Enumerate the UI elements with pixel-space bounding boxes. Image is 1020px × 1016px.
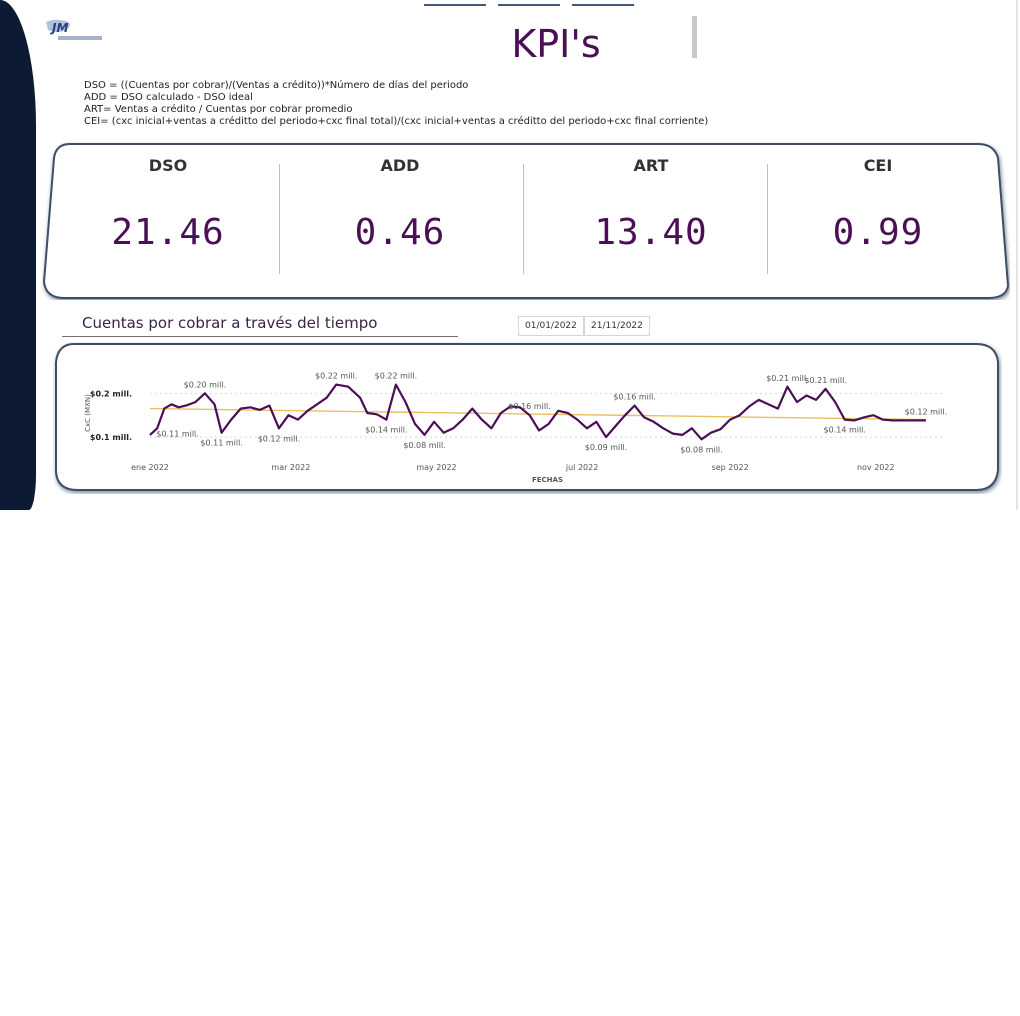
data-label: $0.16 mill. <box>613 393 655 402</box>
date-filter-start[interactable]: 01/01/2022 <box>518 316 584 336</box>
kpi-divider <box>523 164 524 274</box>
data-label: $0.09 mill. <box>585 443 627 452</box>
kpi-art: ART 13.40 <box>551 142 751 300</box>
data-label: $0.22 mill. <box>315 372 357 381</box>
kpi-formulas: DSO = ((Cuentas por cobrar)/(Ventas a cr… <box>84 80 708 128</box>
kpi-divider <box>767 164 768 274</box>
kpi-add-value: 0.46 <box>354 212 446 253</box>
right-divider <box>1016 0 1018 510</box>
data-label: $0.11 mill. <box>200 439 242 448</box>
kpi-dso-value: 21.46 <box>111 212 225 253</box>
receivables-line-chart: $0.11 mill. $0.20 mill. $0.11 mill. $0.12 m… <box>55 343 999 491</box>
data-label: $0.14 mill. <box>365 426 407 435</box>
chart-panel: $0.11 mill. $0.20 mill. $0.11 mill. $0.12 m… <box>52 342 1002 494</box>
data-label: $0.22 mill. <box>375 372 417 381</box>
chart-section-title: Cuentas por cobrar a través del tiempo <box>82 314 378 332</box>
kpi-cei: CEI 0.99 <box>778 142 978 300</box>
x-tick-label: jul 2022 <box>565 463 598 472</box>
y-axis-label: CxC (MXN) <box>84 394 92 432</box>
formula-cei: CEI= (cxc inicial+ventas a créditto del … <box>84 116 709 127</box>
x-tick-label: ene 2022 <box>131 463 169 472</box>
kpi-dso-label: DSO <box>148 156 188 175</box>
kpi-card-panel: DSO 21.46 ADD 0.46 ART 13.40 CEI 0.99 <box>42 142 1010 300</box>
title-marker <box>692 16 697 58</box>
nav-tab-2[interactable] <box>498 4 560 6</box>
data-label: $0.12 mill. <box>258 434 300 443</box>
data-label: $0.16 mill. <box>508 402 550 411</box>
nav-tab-1[interactable] <box>424 4 486 6</box>
data-label: $0.21 mill. <box>766 374 808 383</box>
formula-art: ART= Ventas a crédito / Cuentas por cobr… <box>84 104 353 115</box>
kpi-cei-value: 0.99 <box>832 212 924 253</box>
formula-dso: DSO = ((Cuentas por cobrar)/(Ventas a cr… <box>84 80 469 91</box>
data-label: $0.21 mill. <box>804 376 846 385</box>
left-sidebar <box>0 0 36 510</box>
chart-title-underline <box>62 336 458 337</box>
data-label: $0.08 mill. <box>403 441 445 450</box>
y-tick-label: $0.2 mill. <box>90 389 132 398</box>
x-tick-label: mar 2022 <box>271 463 310 472</box>
kpi-add-label: ADD <box>380 156 420 175</box>
data-label: $0.20 mill. <box>184 380 226 389</box>
data-label: $0.14 mill. <box>824 426 866 435</box>
nav-tab-3[interactable] <box>572 4 634 6</box>
formula-add: ADD = DSO calculado - DSO ideal <box>84 92 253 103</box>
kpi-art-label: ART <box>633 156 669 175</box>
kpi-art-value: 13.40 <box>594 212 708 253</box>
page-title: KPI's <box>511 22 601 66</box>
data-label: $0.12 mill. <box>905 407 947 416</box>
kpi-add: ADD 0.46 <box>300 142 500 300</box>
x-axis-label: FECHAS <box>532 476 563 484</box>
x-tick-label: nov 2022 <box>857 463 895 472</box>
date-filter-end[interactable]: 21/11/2022 <box>584 316 650 336</box>
kpi-cei-label: CEI <box>863 156 893 175</box>
data-label: $0.11 mill. <box>156 430 198 439</box>
kpi-divider <box>279 164 280 274</box>
kpi-dso: DSO 21.46 <box>68 142 268 300</box>
x-tick-label: may 2022 <box>416 463 456 472</box>
y-tick-label: $0.1 mill. <box>90 433 132 442</box>
x-tick-label: sep 2022 <box>712 463 749 472</box>
data-label: $0.08 mill. <box>680 445 722 454</box>
